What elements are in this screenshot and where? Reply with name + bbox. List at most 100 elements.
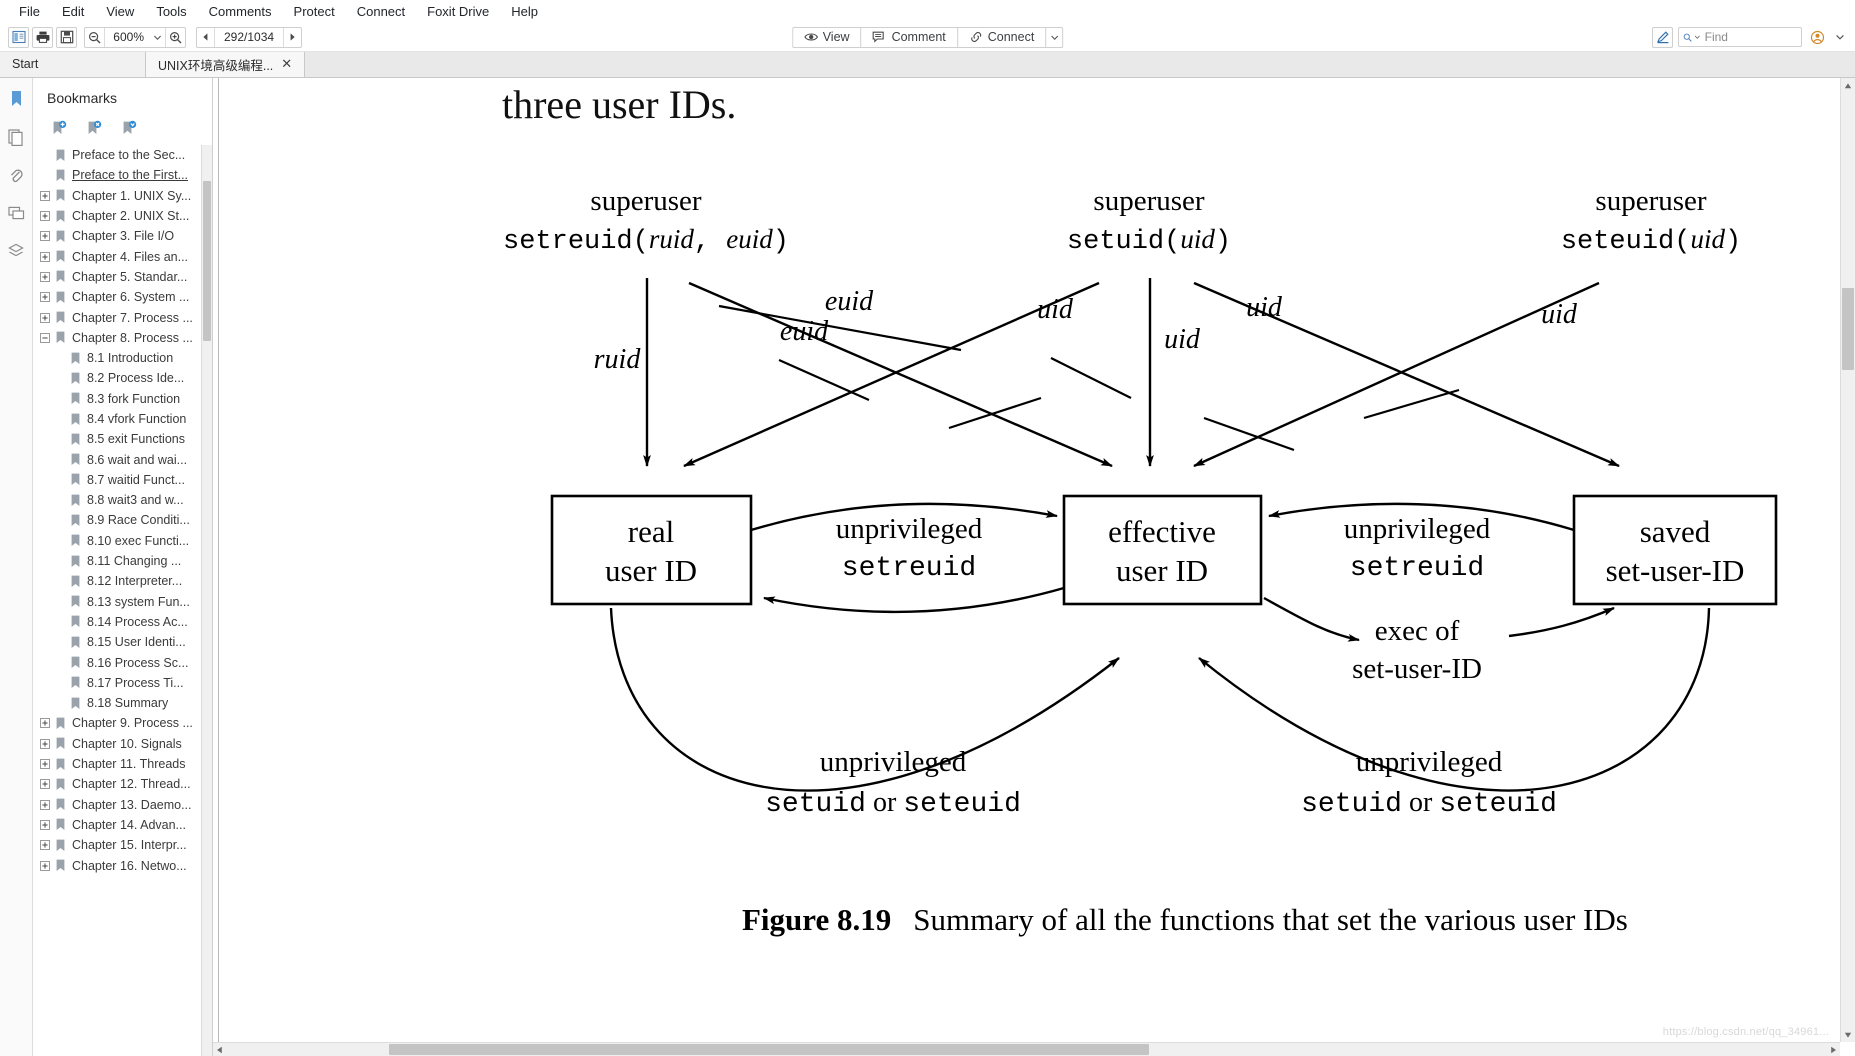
print-button[interactable] [32,26,53,48]
mode-dropdown-button[interactable] [1045,26,1064,48]
menu-item-file[interactable]: File [8,2,51,21]
bookmark-item[interactable]: Chapter 10. Signals [37,734,201,754]
bookmark-item[interactable]: 8.3 fork Function [37,389,201,409]
chevron-down-icon[interactable] [1694,33,1701,41]
zoom-out-button[interactable] [85,27,105,47]
bookmark-expander-plus[interactable] [37,738,52,749]
bookmarks-list[interactable]: Preface to the Sec... Preface to the Firs… [33,145,212,1056]
bookmark-item[interactable]: 8.13 system Fun... [37,592,201,612]
scroll-up-button[interactable] [1841,78,1855,93]
bookmark-item[interactable]: Chapter 9. Process ... [37,713,201,733]
bookmark-item[interactable]: 8.14 Process Ac... [37,612,201,632]
bookmark-item[interactable]: 8.5 exit Functions [37,429,201,449]
add-bookmark-icon[interactable] [51,120,68,137]
bookmark-item[interactable]: Chapter 16. Netwo... [37,855,201,875]
bookmark-expander-plus[interactable] [37,231,52,242]
horizontal-scrollbar-thumb[interactable] [389,1044,1149,1055]
bookmark-item[interactable]: 8.16 Process Sc... [37,652,201,672]
bookmark-item[interactable]: 8.8 wait3 and w... [37,490,201,510]
bookmark-expander-plus[interactable] [37,271,52,282]
view-mode-button[interactable]: View [791,26,861,48]
bookmark-panel-icon[interactable] [5,88,27,110]
scroll-right-button[interactable] [1826,1043,1840,1056]
bookmark-item[interactable]: 8.7 waitid Funct... [37,470,201,490]
layers-panel-icon[interactable] [5,240,27,262]
bookmark-item[interactable]: Chapter 7. Process ... [37,307,201,327]
bookmark-item[interactable]: 8.11 Changing ... [37,551,201,571]
bookmark-expander-plus[interactable] [37,312,52,323]
vertical-scrollbar[interactable] [1840,78,1855,1042]
bookmark-expander-plus[interactable] [37,292,52,303]
scroll-down-button[interactable] [1841,1027,1855,1042]
bookmark-item[interactable]: Chapter 2. UNIX St... [37,206,201,226]
bookmark-item[interactable]: 8.2 Process Ide... [37,368,201,388]
bookmarks-scrollbar-thumb[interactable] [203,181,211,341]
bookmark-item[interactable]: Chapter 15. Interpr... [37,835,201,855]
page-canvas[interactable]: three user IDs. superuser setreuid(ruid,… [213,78,1855,1056]
delete-bookmark-icon[interactable] [86,120,103,137]
bookmark-item[interactable]: 8.4 vfork Function [37,409,201,429]
zoom-level-value[interactable]: 600% [105,28,149,47]
zoom-in-button[interactable] [165,27,185,47]
bookmark-item[interactable]: 8.6 wait and wai... [37,449,201,469]
bookmark-item[interactable]: Chapter 3. File I/O [37,226,201,246]
pen-tool-button[interactable] [1652,26,1673,48]
comment-mode-button[interactable]: Comment [860,26,957,48]
connect-mode-button[interactable]: Connect [956,26,1046,48]
bookmark-item[interactable]: Chapter 8. Process ... [37,328,201,348]
bookmark-expander-plus[interactable] [37,759,52,770]
bookmark-item[interactable]: 8.17 Process Ti... [37,673,201,693]
bookmark-item[interactable]: Chapter 1. UNIX Sy... [37,186,201,206]
bookmark-expander-plus[interactable] [37,190,52,201]
bookmark-item[interactable]: Chapter 13. Daemo... [37,795,201,815]
bookmark-item[interactable]: 8.9 Race Conditi... [37,510,201,530]
bookmark-expander-plus[interactable] [37,799,52,810]
bookmark-expander-plus[interactable] [37,779,52,790]
menu-item-help[interactable]: Help [500,2,549,21]
next-page-button[interactable] [283,27,301,47]
bookmark-expander-plus[interactable] [37,718,52,729]
tab-start[interactable]: Start [0,51,146,77]
bookmark-item[interactable]: Chapter 12. Thread... [37,774,201,794]
menu-item-edit[interactable]: Edit [51,2,95,21]
bookmark-item[interactable]: 8.1 Introduction [37,348,201,368]
pages-panel-icon[interactable] [5,126,27,148]
menu-item-foxit-drive[interactable]: Foxit Drive [416,2,500,21]
scroll-left-button[interactable] [213,1043,227,1056]
bookmark-item[interactable]: 8.15 User Identi... [37,632,201,652]
vertical-scrollbar-thumb[interactable] [1842,288,1854,370]
save-button[interactable] [56,26,77,48]
zoom-dropdown-button[interactable] [149,28,165,47]
bookmark-item[interactable]: Preface to the Sec... [37,145,201,165]
page-number-value[interactable]: 292/1034 [215,28,283,47]
menu-item-tools[interactable]: Tools [145,2,197,21]
bookmark-expander-plus[interactable] [37,251,52,262]
prev-page-button[interactable] [197,27,215,47]
bookmark-item[interactable]: Chapter 6. System ... [37,287,201,307]
menu-item-comments[interactable]: Comments [198,2,283,21]
menu-item-connect[interactable]: Connect [346,2,416,21]
bookmark-item[interactable]: Chapter 5. Standar... [37,267,201,287]
bookmark-options-icon[interactable] [121,120,138,137]
bookmark-item[interactable]: Chapter 14. Advan... [37,815,201,835]
close-icon[interactable]: ✕ [281,56,292,72]
search-input[interactable] [1702,29,1797,45]
account-button[interactable] [1807,27,1828,48]
comments-panel-icon[interactable] [5,202,27,224]
horizontal-scrollbar[interactable] [213,1042,1840,1056]
bookmark-expander-minus[interactable] [37,332,52,343]
bookmark-expander-plus[interactable] [37,211,52,222]
bookmark-expander-plus[interactable] [37,860,52,871]
bookmark-item[interactable]: Chapter 11. Threads [37,754,201,774]
bookmark-item[interactable]: 8.18 Summary [37,693,201,713]
bookmark-expander-plus[interactable] [37,840,52,851]
bookmark-item[interactable]: Preface to the First... [37,165,201,185]
bookmark-item[interactable]: 8.12 Interpreter... [37,571,201,591]
find-box[interactable] [1678,27,1802,47]
sidebar-toggle-button[interactable] [8,26,29,48]
bookmark-item[interactable]: 8.10 exec Functi... [37,531,201,551]
tab-document[interactable]: UNIX环境高级编程... ✕ [146,51,306,77]
attachments-panel-icon[interactable] [5,164,27,186]
menu-item-protect[interactable]: Protect [283,2,346,21]
bookmark-item[interactable]: Chapter 4. Files an... [37,246,201,266]
